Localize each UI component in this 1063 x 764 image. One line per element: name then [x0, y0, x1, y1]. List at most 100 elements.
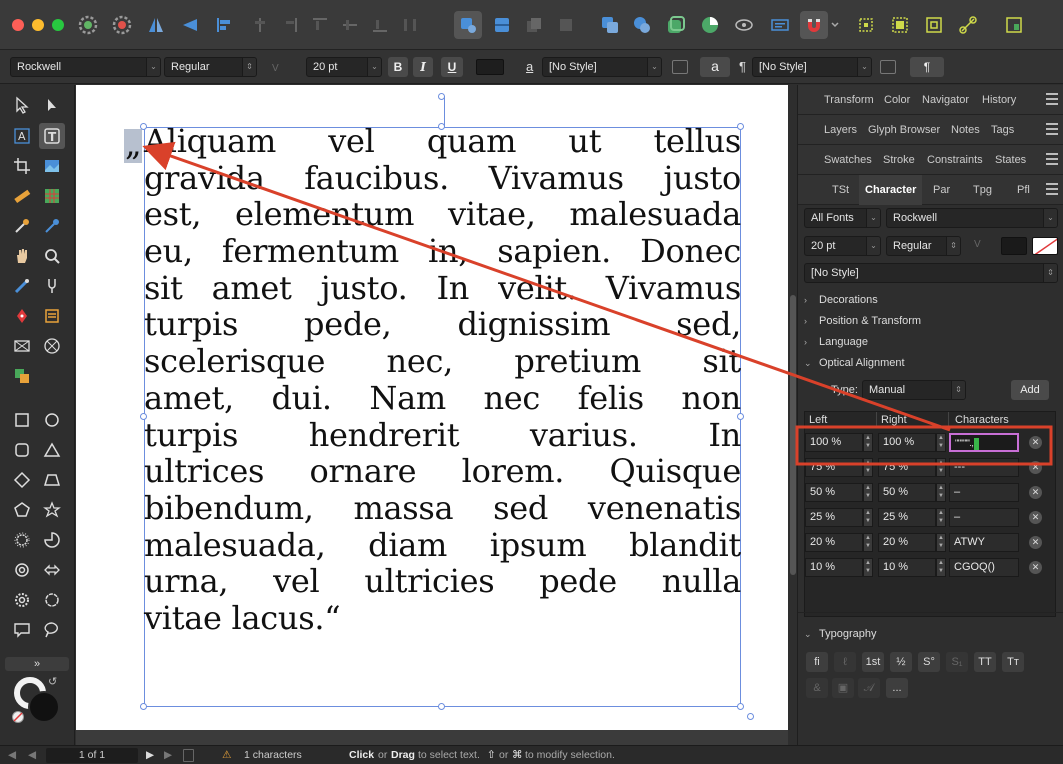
typography-more-button[interactable]: ...: [886, 678, 908, 698]
align-middle-icon[interactable]: [336, 11, 364, 39]
remove-row-icon[interactable]: ✕: [1029, 511, 1042, 524]
polygon-tool-icon[interactable]: [9, 497, 35, 523]
order-icon[interactable]: [552, 11, 580, 39]
typography-option-button[interactable]: 1st: [862, 652, 884, 672]
resize-handle-ml[interactable]: [140, 413, 147, 420]
remove-row-icon[interactable]: ✕: [1029, 436, 1042, 449]
right-percent-field[interactable]: 20 %: [878, 533, 936, 552]
right-percent-field[interactable]: 75 %: [878, 458, 936, 477]
align-center-icon[interactable]: [246, 11, 274, 39]
panel-menu-icon[interactable]: [1046, 123, 1058, 137]
section-position-transform[interactable]: › Position & Transform: [798, 311, 1063, 331]
preview-mode-icon[interactable]: [730, 11, 758, 39]
left-percent-field[interactable]: 100 %: [805, 433, 863, 452]
document-canvas[interactable]: „ Aliquam vel quam ut tellus gravida fauc…: [76, 85, 796, 745]
previous-spread-icon[interactable]: ◀: [8, 746, 16, 764]
left-percent-field[interactable]: 50 %: [805, 483, 863, 502]
add-optical-alignment-button[interactable]: Add: [1011, 380, 1049, 400]
no-color-icon[interactable]: [12, 711, 24, 723]
measure-tool-icon[interactable]: [9, 183, 35, 209]
characters-field[interactable]: ATWY: [949, 533, 1019, 552]
close-window-button[interactable]: [12, 19, 24, 31]
flip-vertical-icon[interactable]: [176, 11, 204, 39]
view-tool-hand-icon[interactable]: [9, 243, 35, 269]
snap-path-icon[interactable]: [954, 11, 982, 39]
tab-glyph-browser[interactable]: Glyph Browser: [868, 115, 940, 145]
place-image-tool-icon[interactable]: [9, 363, 35, 389]
typography-alternates-icon[interactable]: ▣: [832, 678, 854, 698]
crop-tool-icon[interactable]: [9, 153, 35, 179]
section-typography[interactable]: ⌄ Typography: [798, 624, 1063, 644]
remove-row-icon[interactable]: ✕: [1029, 486, 1042, 499]
cloud-tool-icon[interactable]: [39, 587, 65, 613]
resize-handle-br[interactable]: [737, 703, 744, 710]
burst-tool-icon[interactable]: [9, 527, 35, 553]
characters-field[interactable]: CGOQ(): [949, 558, 1019, 577]
tab-stroke[interactable]: Stroke: [883, 145, 915, 175]
persona-publisher-icon[interactable]: [74, 11, 102, 39]
move-tool-icon[interactable]: [9, 92, 35, 118]
resize-handle-bc[interactable]: [438, 703, 445, 710]
minimize-window-button[interactable]: [32, 19, 44, 31]
panel-menu-icon[interactable]: [1046, 183, 1058, 197]
paragraph-panel-button[interactable]: ¶: [910, 57, 944, 77]
cog-tool-icon[interactable]: [9, 587, 35, 613]
left-stepper-icon[interactable]: ▲ ▼: [863, 458, 873, 477]
text-overflow-handle[interactable]: [747, 713, 754, 720]
remove-row-icon[interactable]: ✕: [1029, 461, 1042, 474]
left-percent-field[interactable]: 75 %: [805, 458, 863, 477]
panel-menu-icon[interactable]: [1046, 93, 1058, 107]
tab-transform[interactable]: Transform: [824, 85, 874, 115]
right-percent-field[interactable]: 50 %: [878, 483, 936, 502]
swap-colors-icon[interactable]: ↺: [48, 675, 57, 688]
insert-table-icon[interactable]: [488, 11, 516, 39]
pen-tool-icon[interactable]: [9, 303, 35, 329]
typography-option-button[interactable]: S°: [918, 652, 940, 672]
typography-option-button[interactable]: fi: [806, 652, 828, 672]
right-stepper-icon[interactable]: ▲ ▼: [936, 458, 946, 477]
left-stepper-icon[interactable]: ▲ ▼: [863, 558, 873, 577]
font-style-select[interactable]: Regular ⇕: [164, 57, 257, 77]
transparency-tool-icon[interactable]: [39, 273, 65, 299]
right-stepper-icon[interactable]: ▲ ▼: [936, 433, 946, 452]
warning-icon[interactable]: ⚠: [222, 746, 231, 764]
right-stepper-icon[interactable]: ▲ ▼: [936, 483, 946, 502]
paragraph-style-select[interactable]: [No Style] ⌄: [752, 57, 872, 77]
typography-option-button[interactable]: S₁: [946, 652, 968, 672]
snap-pixel-icon[interactable]: [886, 11, 914, 39]
clear-paragraph-formatting-icon[interactable]: [880, 60, 896, 74]
section-language[interactable]: › Language: [798, 332, 1063, 352]
right-stepper-icon[interactable]: ▲ ▼: [936, 558, 946, 577]
characters-field[interactable]: –: [949, 508, 1019, 527]
rectangle-tool-icon[interactable]: [9, 407, 35, 433]
panel-menu-icon[interactable]: [1046, 153, 1058, 167]
right-stepper-icon[interactable]: ▲ ▼: [936, 508, 946, 527]
typography-option-button[interactable]: ½: [890, 652, 912, 672]
underline-button[interactable]: U: [441, 57, 463, 77]
callout-rectangle-tool-icon[interactable]: [9, 617, 35, 643]
tab-constraints[interactable]: Constraints: [927, 145, 983, 175]
snapping-options-chevron-icon[interactable]: [828, 11, 842, 39]
text-fill-color-swatch[interactable]: [476, 59, 504, 75]
vertical-scrollbar[interactable]: [790, 295, 796, 575]
character-style-select[interactable]: [No Style] ⌄: [542, 57, 662, 77]
body-text[interactable]: Aliquam vel quam ut tellus gravida faucib…: [144, 123, 741, 637]
tab-notes[interactable]: Notes: [951, 115, 980, 145]
rotation-handle[interactable]: [438, 93, 445, 100]
place-image-icon[interactable]: [454, 11, 482, 39]
optical-alignment-type-select[interactable]: Manual ⇕: [862, 380, 966, 400]
arrange-icon[interactable]: [520, 11, 548, 39]
clear-formatting-icon[interactable]: [672, 60, 688, 74]
italic-button[interactable]: I: [413, 57, 433, 77]
boolean-subtract-icon[interactable]: [628, 11, 656, 39]
panel-character-style-select[interactable]: [No Style] ⇕: [804, 263, 1058, 283]
frame-text-tool-icon[interactable]: A: [9, 123, 35, 149]
tab-typography[interactable]: Tpg: [973, 175, 992, 205]
left-percent-field[interactable]: 10 %: [805, 558, 863, 577]
right-percent-field[interactable]: 100 %: [878, 433, 936, 452]
panel-text-fill-swatch[interactable]: [1001, 237, 1027, 255]
typography-option-button[interactable]: Tт: [1002, 652, 1024, 672]
align-icon[interactable]: [210, 11, 238, 39]
zoom-tool-icon[interactable]: [39, 243, 65, 269]
characters-field[interactable]: ---: [949, 458, 1019, 477]
